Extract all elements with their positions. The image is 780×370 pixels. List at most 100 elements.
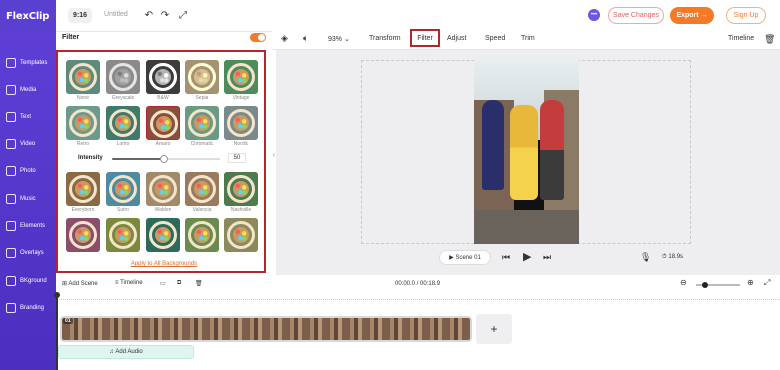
redo-icon[interactable]: ↷: [158, 8, 172, 22]
trim-button[interactable]: Trim: [521, 35, 535, 42]
intensity-slider[interactable]: [112, 155, 220, 163]
overlays-icon: [6, 248, 16, 258]
apply-to-all-link[interactable]: Apply to All Backgrounds: [56, 261, 272, 267]
add-scene-button[interactable]: ⊞ Add Scene: [62, 280, 98, 287]
filter-thumb-lomo[interactable]: [106, 106, 140, 140]
intensity-value-input[interactable]: 50: [228, 153, 246, 163]
play-icon[interactable]: ▶: [523, 250, 531, 263]
elements-icon: [6, 221, 16, 231]
filter-thumb-walden[interactable]: [146, 172, 180, 206]
trash-icon[interactable]: 🗑︎: [764, 34, 775, 45]
adjust-button[interactable]: Adjust: [447, 35, 466, 42]
filter-thumb-nashville[interactable]: [224, 172, 258, 206]
speed-button[interactable]: Speed: [485, 35, 505, 42]
sidebar-item-media[interactable]: Media: [6, 81, 54, 99]
fullscreen-icon[interactable]: ⤢: [176, 8, 190, 22]
filter-thumb-bw[interactable]: [146, 60, 180, 94]
chat-icon[interactable]: •••: [588, 9, 600, 21]
video-icon: [6, 139, 16, 149]
playhead-handle[interactable]: [54, 292, 60, 298]
filter-preview: [227, 221, 255, 249]
split-icon[interactable]: ▭: [160, 280, 166, 287]
filter-thumb[interactable]: [66, 218, 100, 252]
timeline-toggle-button[interactable]: Timeline: [728, 35, 754, 42]
filter-label: Greyscale: [111, 95, 135, 101]
filter-thumb-valencia[interactable]: [185, 172, 219, 206]
undo-icon[interactable]: ↶: [142, 8, 156, 22]
filter-thumb-sepia[interactable]: [185, 60, 219, 94]
color-fill-icon[interactable]: ◈: [281, 33, 288, 44]
fit-screen-icon[interactable]: ⤢: [764, 278, 770, 288]
filter-thumb-nordic[interactable]: [224, 106, 258, 140]
zoom-in-icon[interactable]: ⊕: [747, 278, 754, 287]
branding-icon: [6, 303, 16, 313]
timeline-icon: ≡: [115, 280, 119, 286]
scene-play-button[interactable]: ▶ Scene 01: [439, 250, 491, 265]
duplicate-icon[interactable]: ⧉: [177, 280, 181, 287]
filter-thumb-greyscale[interactable]: [106, 60, 140, 94]
add-clip-button[interactable]: +: [476, 314, 512, 344]
skip-forward-icon[interactable]: ⏭︎: [543, 252, 551, 263]
aspect-ratio-button[interactable]: 9:16: [68, 8, 92, 23]
intensity-slider-handle[interactable]: [160, 155, 168, 163]
logo[interactable]: FlexClip: [0, 0, 56, 32]
timeline-zoom-handle[interactable]: [702, 282, 708, 288]
volume-icon[interactable]: 🔈︎: [303, 33, 308, 44]
plus-icon: +: [490, 322, 498, 336]
sidebar-item-music[interactable]: Music: [6, 190, 54, 208]
microphone-icon[interactable]: 🎙︎: [640, 252, 651, 263]
music-note-icon: ♫: [109, 349, 114, 355]
filter-thumb[interactable]: [106, 218, 140, 252]
filter-preview: [149, 63, 177, 91]
transform-button[interactable]: Transform: [369, 35, 401, 42]
sidebar-item-overlays[interactable]: Overlays: [6, 244, 54, 262]
sidebar-item-elements[interactable]: Elements: [6, 217, 54, 235]
delete-icon[interactable]: 🗑︎: [195, 280, 203, 287]
sidebar-item-branding[interactable]: Branding: [6, 299, 54, 317]
sidebar-item-text[interactable]: Text: [6, 108, 54, 126]
filter-header: [56, 32, 272, 46]
sidebar-item-video[interactable]: Video: [6, 135, 54, 153]
filter-thumb-amaro[interactable]: [146, 106, 180, 140]
filter-thumb[interactable]: [224, 218, 258, 252]
zoom-dropdown[interactable]: 93% ⌄: [328, 35, 350, 43]
export-button[interactable]: Export →: [670, 7, 714, 24]
add-audio-label: Add Audio: [115, 349, 143, 355]
filter-toggle[interactable]: [250, 33, 266, 42]
filter-label: Everyborn: [71, 207, 95, 213]
sidebar-item-background[interactable]: BKground: [6, 272, 54, 290]
filter-preview: [188, 221, 216, 249]
filter-preview: [69, 109, 97, 137]
save-changes-button[interactable]: Save Changes: [608, 7, 664, 24]
timeline-ruler: [56, 296, 780, 300]
filter-thumb-sutro[interactable]: [106, 172, 140, 206]
intensity-slider-fill: [112, 158, 164, 160]
filter-tab[interactable]: Filter: [410, 29, 440, 47]
filter-thumb-none[interactable]: [66, 60, 100, 94]
video-clip[interactable]: [60, 316, 472, 342]
media-icon: [6, 85, 16, 95]
timeline-button[interactable]: ≡ Timeline: [115, 280, 143, 286]
filter-label: None: [77, 95, 89, 101]
filter-label: Chromatic: [190, 141, 214, 147]
filter-thumb[interactable]: [185, 218, 219, 252]
filter-preview: [149, 221, 177, 249]
project-title[interactable]: Untitled: [104, 11, 128, 18]
skip-back-icon[interactable]: ⏮︎: [502, 252, 510, 263]
playhead[interactable]: [56, 293, 58, 370]
video-preview[interactable]: [474, 60, 579, 244]
add-audio-button[interactable]: ♫ Add Audio: [58, 345, 194, 359]
sidebar-item-templates[interactable]: Templates: [6, 54, 54, 72]
signup-button[interactable]: Sign Up: [726, 7, 766, 24]
clock-icon: ⏱︎: [662, 254, 667, 260]
zoom-out-icon[interactable]: ⊖: [680, 278, 687, 287]
filter-thumb-everyborn[interactable]: [66, 172, 100, 206]
filter-thumb[interactable]: [146, 218, 180, 252]
filter-thumb-chromatic[interactable]: [185, 106, 219, 140]
filter-preview: [69, 221, 97, 249]
filter-preview: [227, 63, 255, 91]
filter-thumb-vintage[interactable]: [224, 60, 258, 94]
filter-preview: [69, 175, 97, 203]
filter-thumb-retro[interactable]: [66, 106, 100, 140]
sidebar-item-photo[interactable]: Photo: [6, 162, 54, 180]
